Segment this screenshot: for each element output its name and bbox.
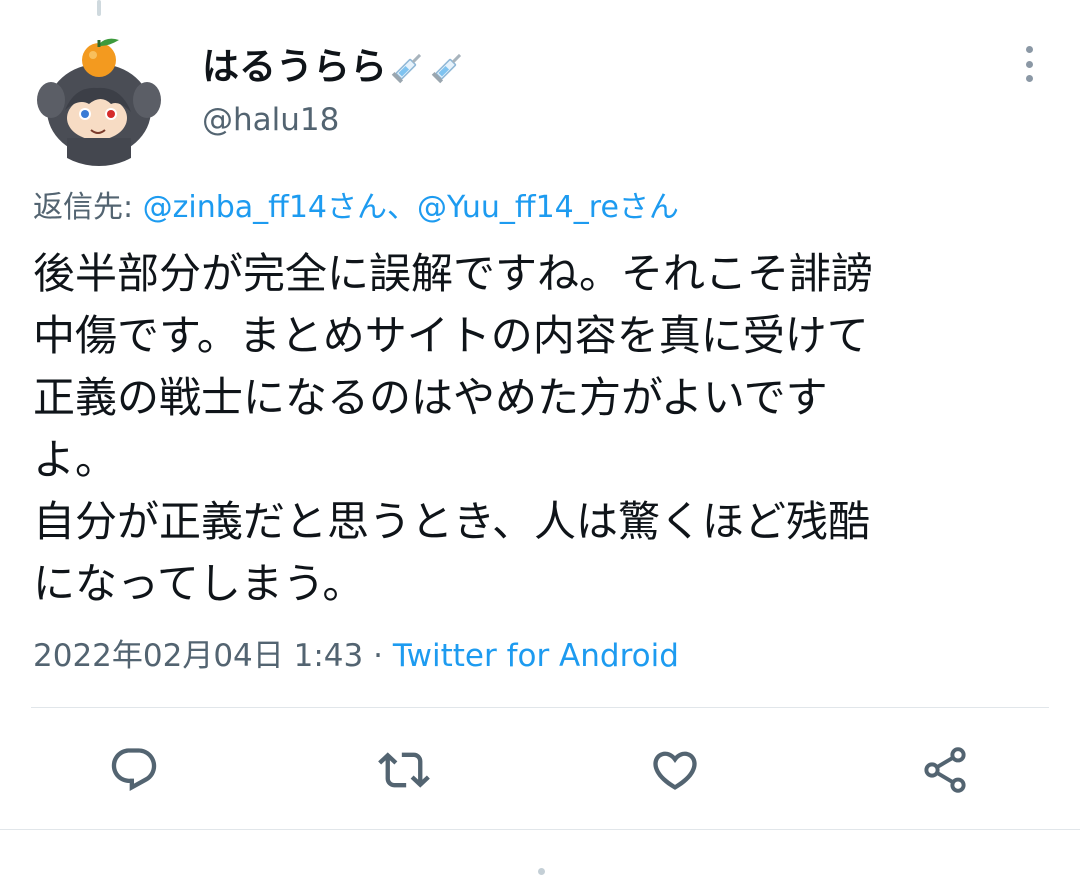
like-icon bbox=[653, 751, 697, 790]
syringe-icon bbox=[389, 48, 427, 86]
replying-to: 返信先: @zinba_ff14さん、@Yuu_ff14_reさん bbox=[33, 187, 679, 229]
more-options-button[interactable] bbox=[1012, 44, 1046, 84]
section-divider bbox=[0, 829, 1080, 830]
retweet-icon bbox=[378, 752, 430, 788]
avatar[interactable] bbox=[31, 30, 167, 166]
reply-button[interactable] bbox=[106, 742, 162, 798]
avatar-image bbox=[31, 30, 167, 166]
tweet-meta: 2022年02月04日 1:43 · Twitter for Android bbox=[33, 634, 679, 678]
more-dot-icon bbox=[1025, 60, 1033, 68]
retweet-button[interactable] bbox=[376, 742, 432, 798]
tweet-timestamp[interactable]: 2022年02月04日 1:43 bbox=[33, 638, 363, 674]
meta-separator: · bbox=[363, 638, 393, 674]
tweet-source-link[interactable]: Twitter for Android bbox=[393, 638, 679, 674]
share-icon bbox=[924, 747, 966, 793]
replying-to-prefix: 返信先: bbox=[33, 190, 143, 225]
scroll-indicator-dot bbox=[538, 868, 545, 875]
thread-connector-line bbox=[97, 0, 101, 16]
user-handle[interactable]: @halu18 bbox=[202, 100, 339, 140]
tweet-text-line: 正義の戦士になるのはやめた方がよいです bbox=[33, 373, 828, 422]
tweet-detail-view: はるうらら @halu18 返信先: @zinba_ff14さん、@Yuu_ff… bbox=[0, 0, 1080, 876]
tweet-text-line: 中傷です。まとめサイトの内容を真に受けて bbox=[33, 311, 869, 360]
tweet-text: 後半部分が完全に誤解ですね。それこそ誹謗 中傷です。まとめサイトの内容を真に受け… bbox=[33, 243, 1043, 615]
share-button[interactable] bbox=[917, 742, 973, 798]
tweet-text-line: よ。 bbox=[33, 435, 118, 484]
reply-mentions-link[interactable]: @zinba_ff14さん、@Yuu_ff14_reさん bbox=[143, 190, 679, 225]
display-name-text: はるうらら bbox=[202, 45, 387, 88]
more-dot-icon bbox=[1025, 75, 1033, 82]
syringe-icon bbox=[429, 48, 467, 86]
like-button[interactable] bbox=[647, 742, 703, 798]
actions-divider bbox=[31, 707, 1049, 708]
more-dot-icon bbox=[1025, 46, 1033, 53]
reply-icon bbox=[111, 748, 157, 792]
display-name[interactable]: はるうらら bbox=[202, 44, 467, 90]
tweet-text-line: になってしまう。 bbox=[33, 559, 365, 608]
tweet-text-line: 後半部分が完全に誤解ですね。それこそ誹謗 bbox=[33, 249, 874, 298]
tweet-text-line: 自分が正義だと思うとき、人は驚くほど残酷 bbox=[33, 497, 871, 546]
